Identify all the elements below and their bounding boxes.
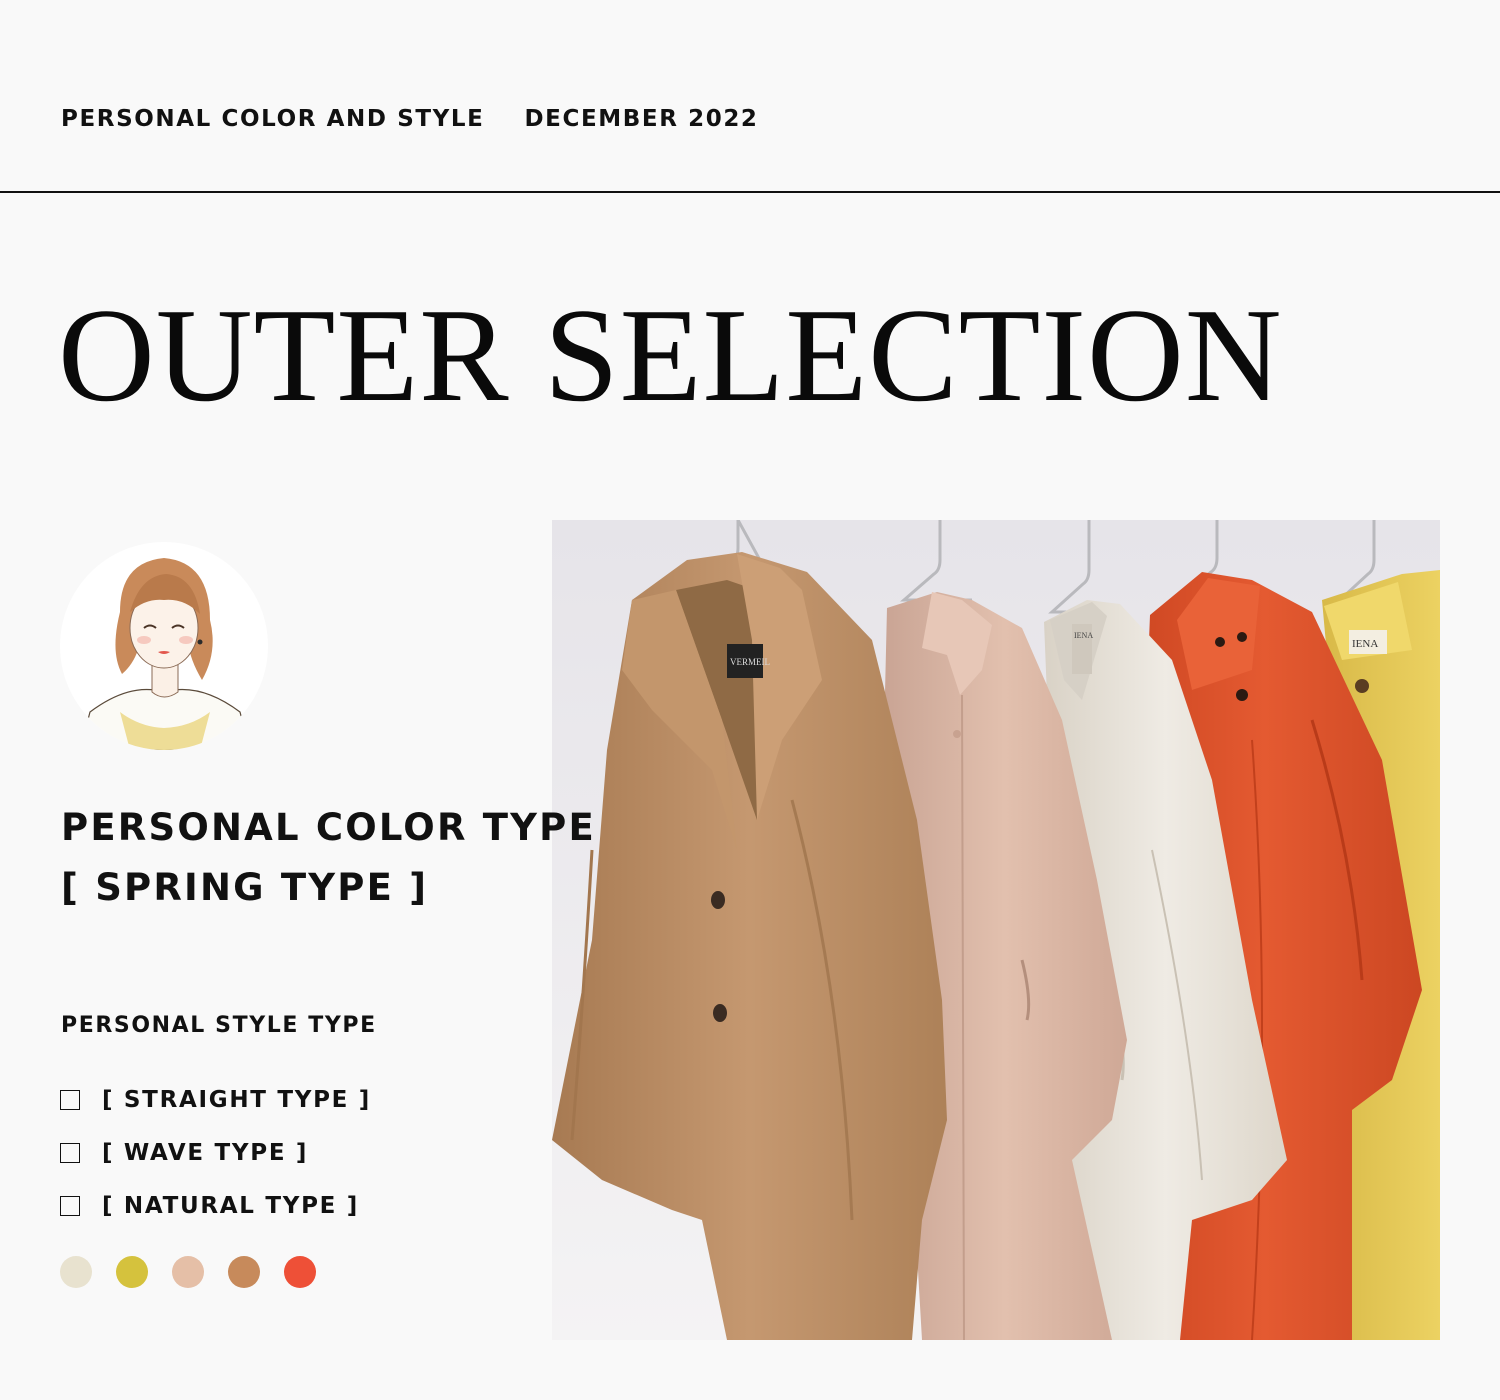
woman-illustration-icon bbox=[79, 558, 251, 750]
color-swatch bbox=[228, 1256, 260, 1288]
color-swatch bbox=[116, 1256, 148, 1288]
coat-label-text: IENA bbox=[1074, 631, 1093, 640]
header-divider bbox=[0, 191, 1500, 193]
checkbox-wave[interactable] bbox=[60, 1142, 80, 1163]
avatar bbox=[60, 542, 268, 750]
color-swatch bbox=[60, 1256, 92, 1288]
color-swatch bbox=[284, 1256, 316, 1288]
coats-photo: IENA IENA VERMEIL bbox=[552, 520, 1440, 1340]
style-option-wave[interactable]: [ WAVE TYPE ] bbox=[60, 1126, 371, 1179]
color-swatch bbox=[172, 1256, 204, 1288]
coat-label-text: IENA bbox=[1352, 638, 1378, 650]
style-option-straight[interactable]: [ STRAIGHT TYPE ] bbox=[60, 1073, 371, 1126]
style-option-label: [ NATURAL TYPE ] bbox=[102, 1192, 359, 1219]
checkbox-straight[interactable] bbox=[60, 1089, 80, 1110]
coat-label-text: VERMEIL bbox=[730, 657, 770, 667]
series-label: PERSONAL COLOR AND STYLE bbox=[61, 106, 485, 132]
personal-style-heading: PERSONAL STYLE TYPE bbox=[61, 1013, 377, 1038]
style-option-natural[interactable]: [ NATURAL TYPE ] bbox=[60, 1179, 371, 1232]
header: PERSONAL COLOR AND STYLE DECEMBER 2022 bbox=[61, 106, 759, 132]
color-palette bbox=[60, 1256, 316, 1288]
personal-color-heading: PERSONAL COLOR TYPE bbox=[61, 806, 596, 849]
personal-style-options: [ STRAIGHT TYPE ] [ WAVE TYPE ] [ NATURA… bbox=[60, 1073, 371, 1232]
style-option-label: [ WAVE TYPE ] bbox=[102, 1139, 309, 1166]
personal-color-type: PERSONAL COLOR TYPE [ SPRING TYPE ] bbox=[61, 798, 596, 918]
issue-date: DECEMBER 2022 bbox=[524, 106, 759, 132]
page-title: OUTER SELECTION bbox=[58, 281, 1283, 429]
checkbox-natural[interactable] bbox=[60, 1195, 80, 1216]
style-option-label: [ STRAIGHT TYPE ] bbox=[102, 1086, 371, 1113]
personal-color-value: [ SPRING TYPE ] bbox=[61, 866, 429, 909]
